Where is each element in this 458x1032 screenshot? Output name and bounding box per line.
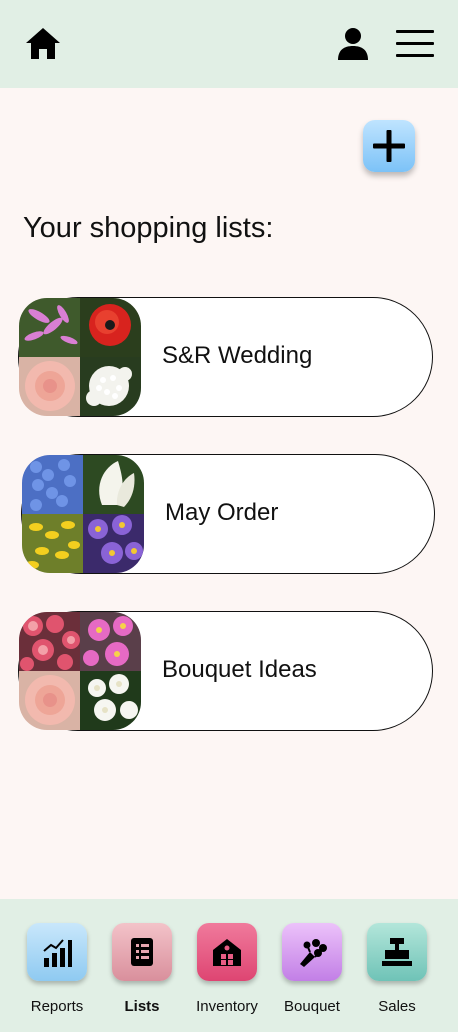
shopping-list-card[interactable]: Bouquet Ideas	[18, 611, 433, 731]
cash-register-icon	[382, 938, 412, 966]
nav-label: Lists	[124, 998, 160, 1015]
bottom-navigation: Reports Lists Inventory Bouquet Sales	[0, 899, 458, 1032]
nav-label: Bouquet	[284, 998, 340, 1015]
top-app-bar	[0, 0, 458, 88]
page-title: Your shopping lists:	[23, 212, 274, 244]
nav-label: Sales	[378, 998, 416, 1015]
list-thumbnail	[19, 298, 141, 416]
lists-tile	[112, 923, 172, 981]
user-icon[interactable]	[334, 26, 372, 62]
inventory-tile	[197, 923, 257, 981]
bar-chart-icon	[43, 939, 72, 967]
nav-label: Inventory	[196, 998, 258, 1015]
shopping-list-card[interactable]: S&R Wedding	[18, 297, 433, 417]
list-name: May Order	[165, 499, 279, 526]
shopping-list-card[interactable]: May Order	[21, 454, 435, 574]
list-thumbnail	[19, 612, 141, 730]
home-icon[interactable]	[24, 26, 62, 62]
add-list-button[interactable]	[363, 120, 415, 172]
menu-line	[396, 42, 434, 45]
hamburger-menu-icon[interactable]	[396, 30, 434, 58]
nav-lists[interactable]: Lists	[106, 923, 178, 1023]
menu-line	[396, 30, 434, 33]
nav-bouquet[interactable]: Bouquet	[276, 923, 348, 1023]
plus-icon	[373, 130, 405, 162]
bouquet-tile	[282, 923, 342, 981]
list-name: Bouquet Ideas	[162, 656, 317, 683]
nav-reports[interactable]: Reports	[21, 923, 93, 1023]
bouquet-icon	[300, 939, 327, 967]
reports-tile	[27, 923, 87, 981]
list-thumbnail	[22, 455, 144, 573]
sales-tile	[367, 923, 427, 981]
nav-label: Reports	[30, 998, 84, 1015]
nav-sales[interactable]: Sales	[361, 923, 433, 1023]
list-document-icon	[131, 938, 153, 966]
barn-icon	[213, 939, 241, 966]
nav-inventory[interactable]: Inventory	[191, 923, 263, 1023]
list-name: S&R Wedding	[162, 342, 313, 369]
menu-line	[396, 54, 434, 57]
